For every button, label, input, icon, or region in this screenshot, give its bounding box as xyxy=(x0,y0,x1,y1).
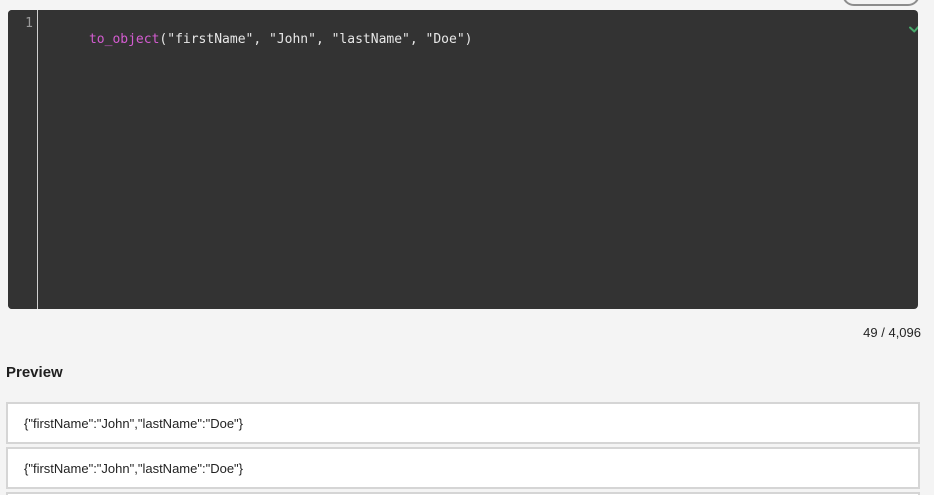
preview-result-text: {"firstName":"John","lastName":"Doe"} xyxy=(24,460,244,476)
line-number-gutter: 1 xyxy=(8,10,38,309)
function-arguments: ("firstName", "John", "lastName", "Doe") xyxy=(159,32,473,47)
preview-heading: Preview xyxy=(6,364,63,381)
expression-editor-page: 1 to_object("firstName", "John", "lastNa… xyxy=(0,0,934,495)
code-line[interactable]: to_object("firstName", "John", "lastName… xyxy=(42,16,473,64)
preview-list: {"firstName":"John","lastName":"Doe"} {"… xyxy=(6,402,920,495)
check-icon xyxy=(909,25,918,33)
character-counter: 49 / 4,096 xyxy=(863,325,921,340)
preview-result-row: {"firstName":"John","lastName":"Doe"} xyxy=(6,402,920,444)
preview-result-text: {"firstName":"John","lastName":"Doe"} xyxy=(24,415,244,431)
code-editor[interactable]: 1 to_object("firstName", "John", "lastNa… xyxy=(8,10,918,309)
preview-result-row: {"firstName":"John","lastName":"Doe"} xyxy=(6,447,920,489)
line-number: 1 xyxy=(25,16,33,31)
function-name: to_object xyxy=(88,32,160,47)
top-action-button[interactable] xyxy=(842,0,920,6)
